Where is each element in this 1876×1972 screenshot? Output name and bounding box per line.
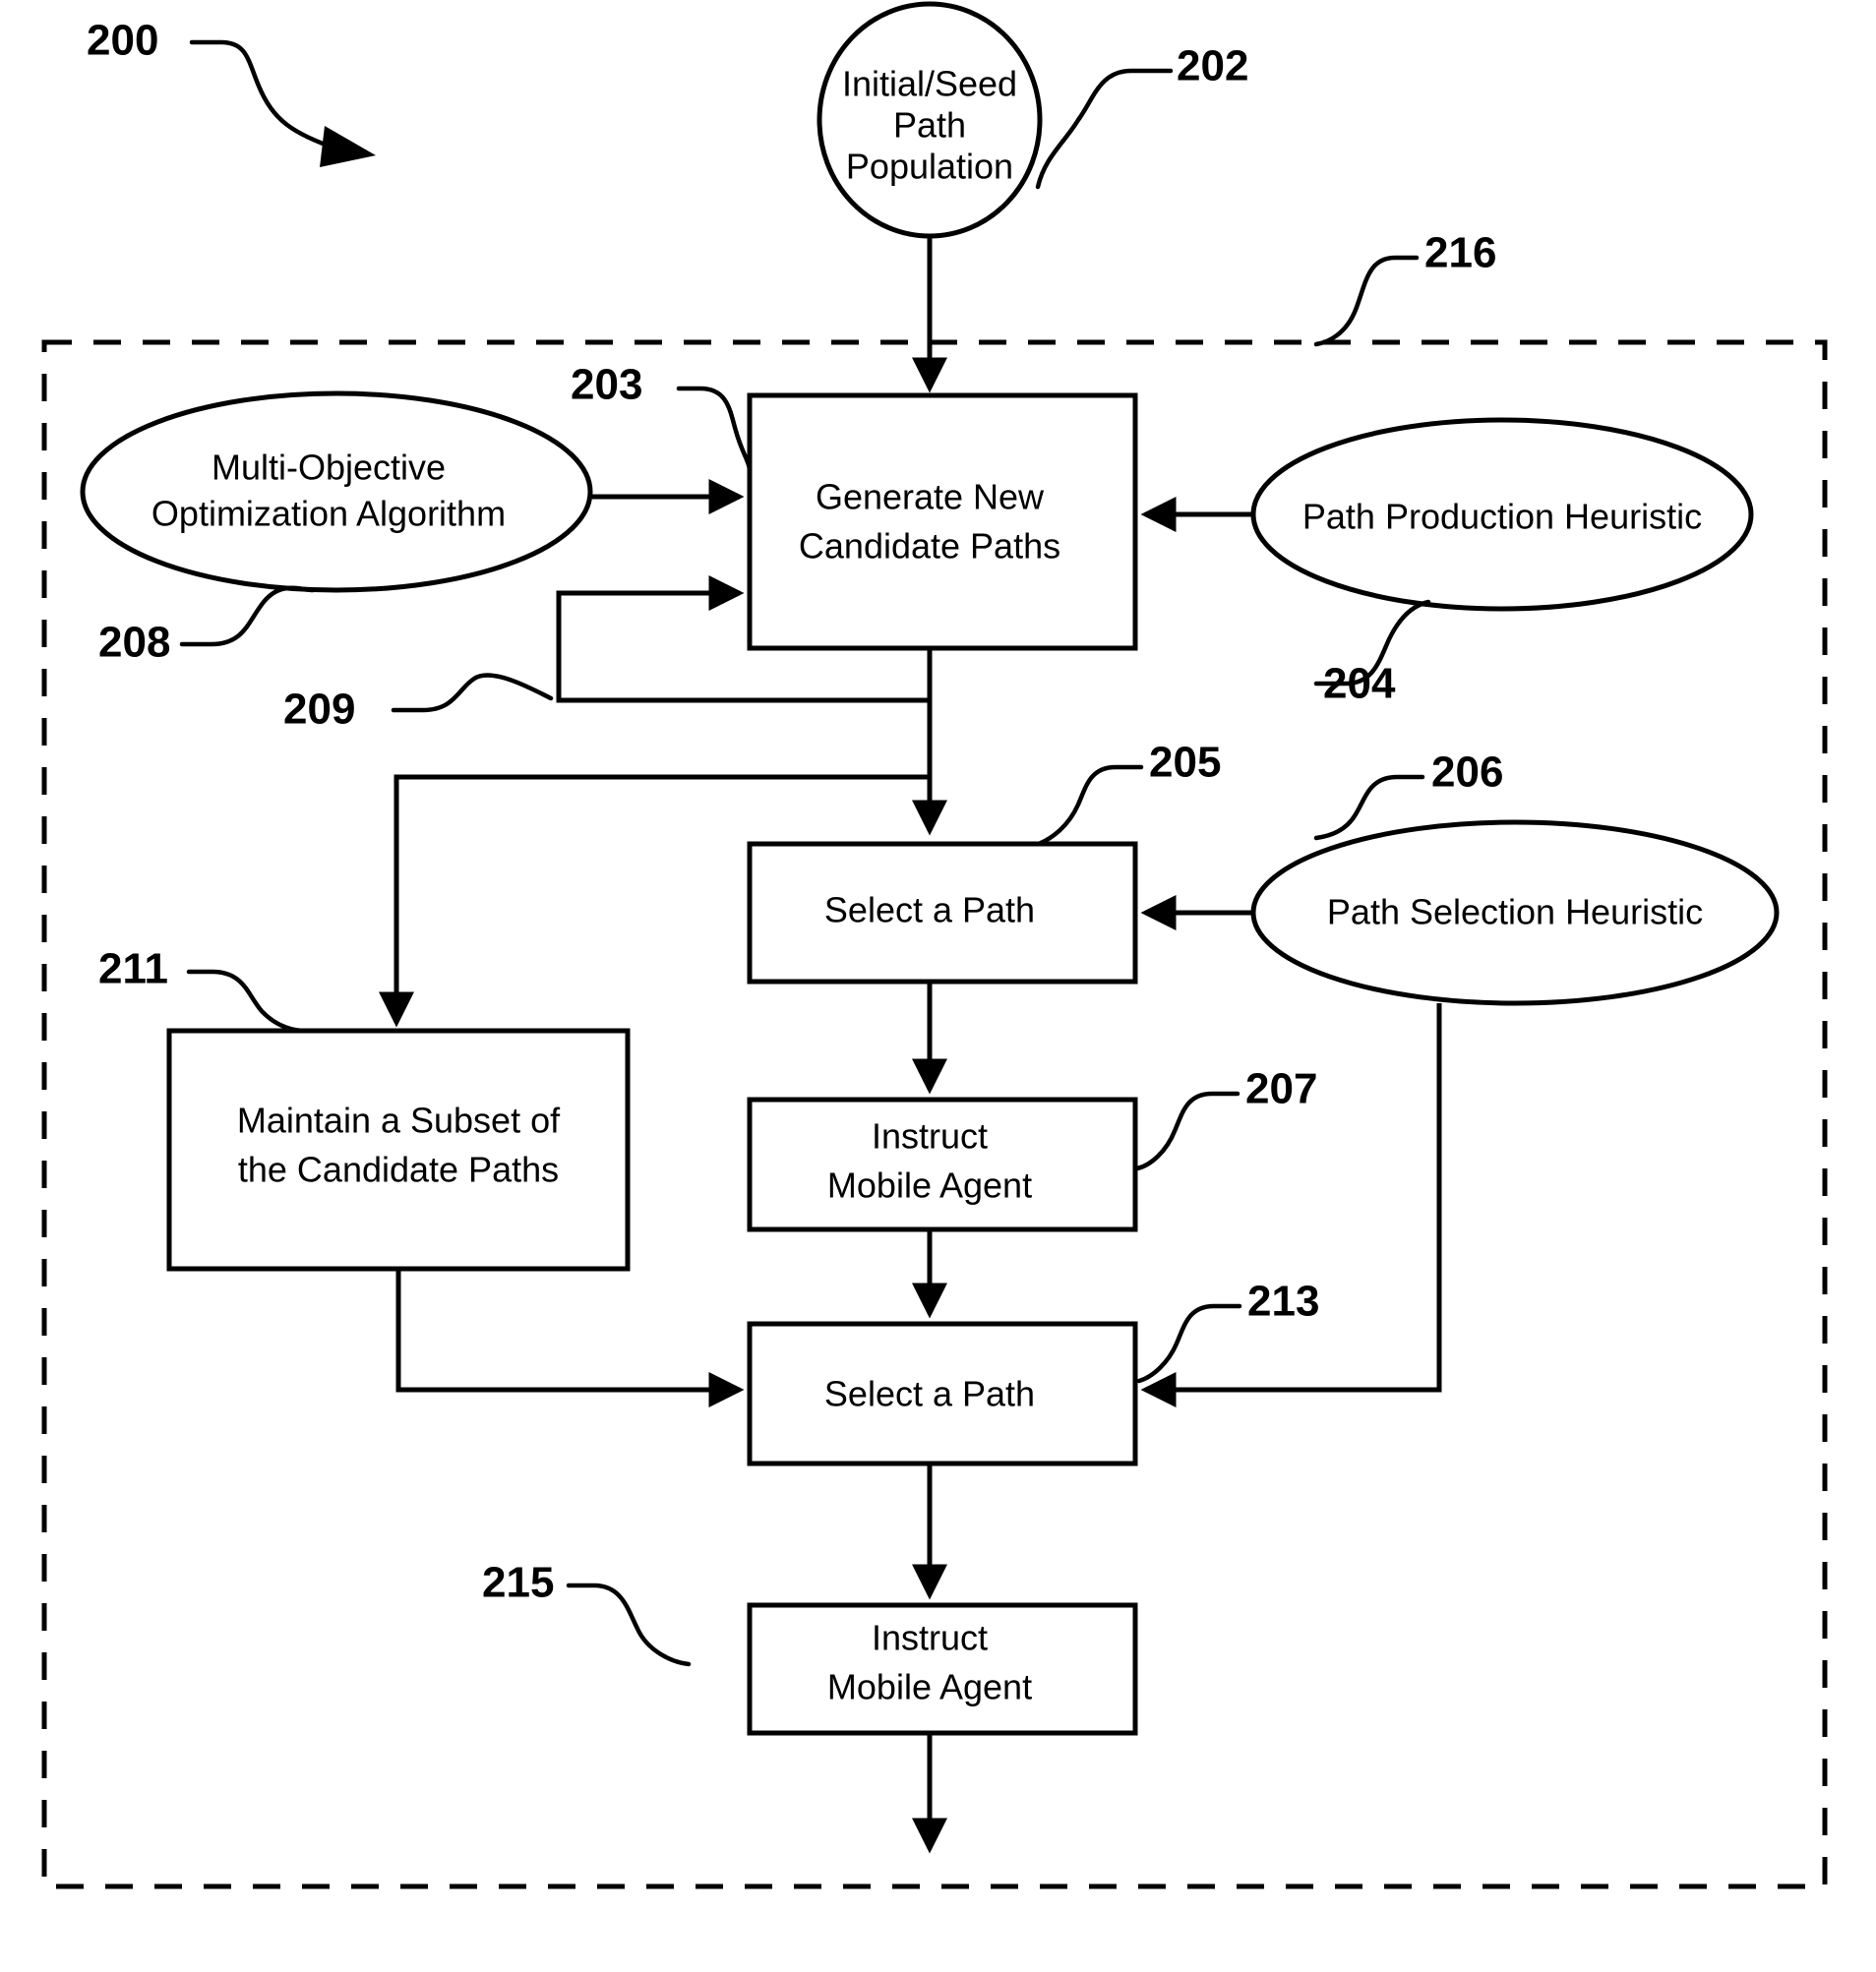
- lead-line-211: [186, 969, 308, 1034]
- node-select-path-1-label: Select a Path: [824, 890, 1035, 930]
- ref-numeral-215: 215: [482, 1559, 554, 1607]
- node-maintain-subset-line1: Maintain a Subset of: [237, 1101, 561, 1141]
- lead-line-215: [566, 1583, 692, 1667]
- lead-line-202: [1035, 68, 1174, 190]
- node-instruct-agent-1-line2: Mobile Agent: [827, 1165, 1032, 1206]
- ref-numeral-200: 200: [87, 17, 158, 65]
- node-multiobjective-algorithm-line1: Multi-Objective: [212, 448, 446, 488]
- edge-maintain-subset-to-select2: [395, 1269, 745, 1407]
- figure-lead-arrowhead: [320, 126, 376, 167]
- lead-line-209: [391, 673, 554, 713]
- flowchart-canvas: Initial/Seed Path Population Generate Ne…: [41, 1, 1828, 1889]
- node-instruct-agent-1-line1: Instruct: [872, 1116, 988, 1157]
- ref-numeral-209: 209: [283, 686, 355, 734]
- lead-line-207: [1134, 1091, 1241, 1171]
- lead-line-205: [1036, 764, 1144, 847]
- lead-line-203: [676, 386, 753, 473]
- boundary-lead-line-216: [1313, 255, 1420, 347]
- ref-numeral-203: 203: [571, 361, 642, 409]
- node-path-selection-heuristic-label: Path Selection Heuristic: [1327, 892, 1703, 932]
- ref-numeral-202: 202: [1177, 42, 1248, 90]
- lead-line-208: [179, 585, 316, 647]
- node-seed-population-line3: Population: [846, 147, 1013, 187]
- ref-numeral-205: 205: [1149, 739, 1221, 787]
- ref-numeral-216: 216: [1424, 229, 1496, 277]
- node-generate-candidate-paths[interactable]: [747, 392, 1138, 651]
- patent-figure-200: Initial/Seed Path Population Generate Ne…: [0, 0, 1876, 1972]
- node-seed-population-line1: Initial/Seed: [842, 64, 1017, 104]
- ref-numeral-208: 208: [98, 619, 170, 667]
- ref-numeral-211: 211: [98, 945, 168, 993]
- node-select-path-2-label: Select a Path: [824, 1374, 1035, 1414]
- node-generate-candidate-paths-line1: Generate New: [816, 477, 1045, 517]
- ref-numeral-213: 213: [1247, 1278, 1319, 1326]
- node-instruct-agent-2-line1: Instruct: [872, 1618, 988, 1658]
- edge-selection-heuristic-to-select2: [1140, 1003, 1442, 1407]
- figure-lead-line-200: [189, 39, 335, 150]
- ref-numeral-206: 206: [1431, 748, 1503, 797]
- node-generate-candidate-paths-line2: Candidate Paths: [799, 526, 1060, 567]
- ref-numeral-207: 207: [1245, 1065, 1317, 1113]
- node-multiobjective-algorithm[interactable]: [80, 390, 593, 593]
- node-seed-population-line2: Path: [893, 105, 966, 146]
- node-instruct-agent-2-line2: Mobile Agent: [827, 1667, 1032, 1707]
- lead-line-213: [1136, 1303, 1242, 1384]
- ref-numeral-204: 204: [1323, 660, 1396, 708]
- node-multiobjective-algorithm-line2: Optimization Algorithm: [151, 494, 506, 534]
- node-path-production-heuristic-label: Path Production Heuristic: [1302, 497, 1702, 537]
- node-maintain-subset-line2: the Candidate Paths: [238, 1150, 559, 1190]
